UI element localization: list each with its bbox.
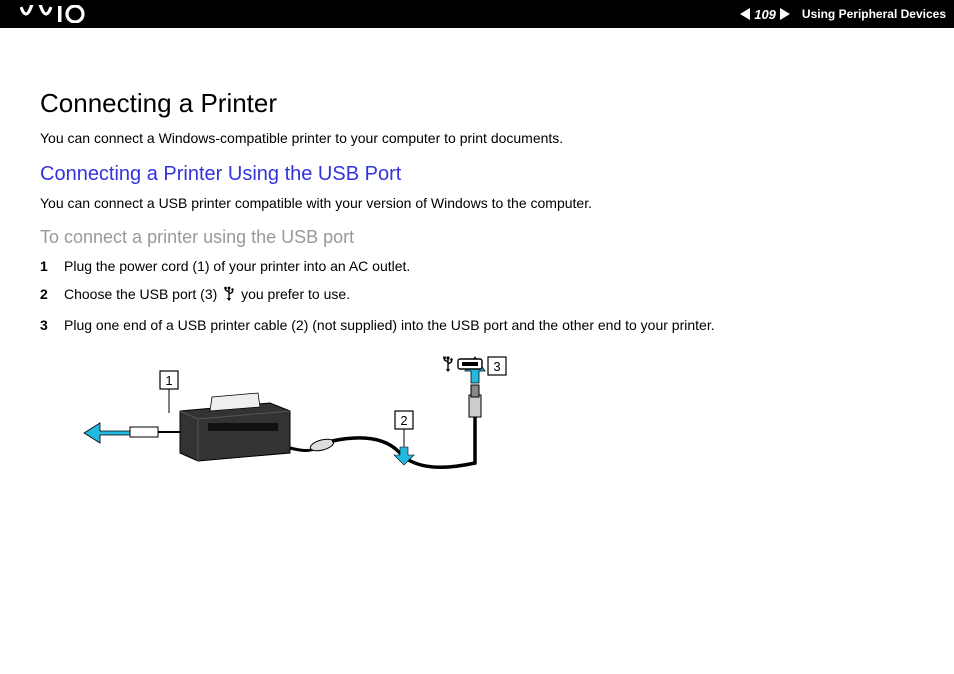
diagram-label-1: 1	[165, 373, 172, 388]
intro-text: You can connect a Windows-compatible pri…	[40, 129, 914, 149]
step-text-before: Choose the USB port (3)	[64, 286, 221, 302]
printer-diagram: 1 2	[80, 353, 914, 508]
page-title: Connecting a Printer	[40, 88, 914, 119]
usb-symbol-icon	[443, 357, 453, 373]
step-text: Plug one end of a USB printer cable (2) …	[64, 317, 914, 333]
section-subtitle: Connecting a Printer Using the USB Port	[40, 163, 914, 186]
header-right: 109 Using Peripheral Devices	[740, 7, 946, 22]
page-number: 109	[752, 7, 778, 22]
step-item: 2 Choose the USB port (3) you prefer to …	[40, 286, 914, 305]
diagram-label-2: 2	[400, 413, 407, 428]
header-bar: 109 Using Peripheral Devices	[0, 0, 954, 28]
diagram-label-3: 3	[493, 359, 500, 374]
step-text-after: you prefer to use.	[241, 286, 350, 302]
sub-intro-text: You can connect a USB printer compatible…	[40, 194, 914, 214]
step-number: 2	[40, 286, 64, 302]
page-nav: 109	[740, 7, 790, 22]
step-list: 1 Plug the power cord (1) of your printe…	[40, 258, 914, 333]
usb-icon	[223, 286, 235, 305]
nav-next-icon[interactable]	[780, 8, 790, 20]
step-number: 3	[40, 317, 64, 333]
nav-prev-icon[interactable]	[740, 8, 750, 20]
step-item: 1 Plug the power cord (1) of your printe…	[40, 258, 914, 274]
step-item: 3 Plug one end of a USB printer cable (2…	[40, 317, 914, 333]
vaio-logo	[20, 5, 110, 23]
step-text: Plug the power cord (1) of your printer …	[64, 258, 914, 274]
step-text: Choose the USB port (3) you prefer to us…	[64, 286, 914, 305]
page-content: Connecting a Printer You can connect a W…	[0, 28, 954, 528]
task-heading: To connect a printer using the USB port	[40, 227, 914, 248]
header-section-title: Using Peripheral Devices	[802, 7, 946, 21]
step-number: 1	[40, 258, 64, 274]
printer-illustration	[180, 393, 290, 461]
